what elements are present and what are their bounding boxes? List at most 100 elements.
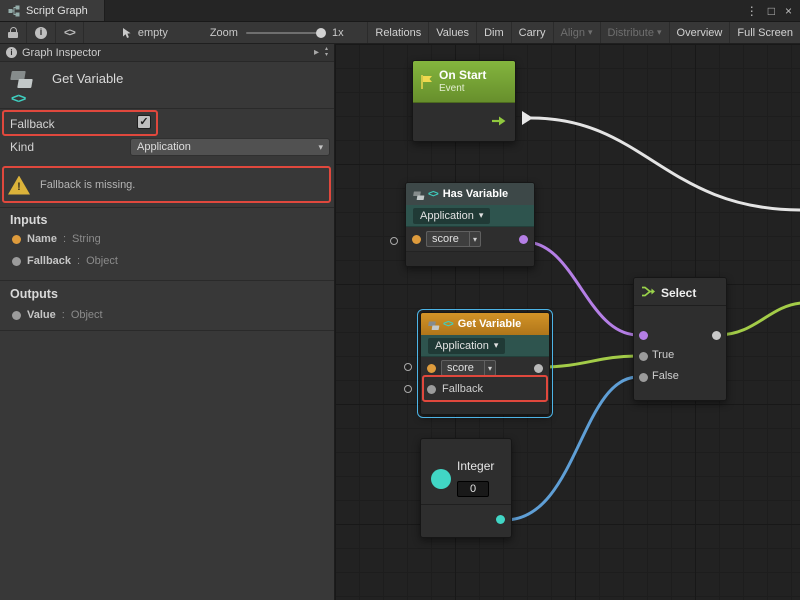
scroll-down-icon[interactable]: ▾ <box>325 53 328 58</box>
condition-input-port[interactable] <box>639 331 648 340</box>
output-port-row: Value : Object <box>12 308 103 322</box>
wire-flow <box>531 118 800 210</box>
false-input-port[interactable] <box>639 373 648 382</box>
divider <box>0 108 334 109</box>
object-port-dot <box>12 257 21 266</box>
check-icon: ✓ <box>139 117 148 128</box>
inspector-header-icons: ▸ ▴ ▾ <box>314 47 328 58</box>
zoom-control: Zoom 1x <box>210 27 344 39</box>
node-select[interactable]: Select True False <box>633 277 727 401</box>
inspector-title: Graph Inspector <box>22 47 101 59</box>
selection-output-port[interactable] <box>712 331 721 340</box>
object-port-dot <box>12 311 21 320</box>
flow-output-port[interactable] <box>522 111 533 125</box>
relations-button[interactable]: Relations <box>367 22 428 43</box>
lock-button[interactable] <box>0 22 27 43</box>
code-icon: <> <box>64 27 75 39</box>
pointer-icon <box>122 27 133 39</box>
variable-name-dropdown[interactable]: score ▾ <box>441 360 496 376</box>
kind-dropdown[interactable]: Application ▾ <box>413 208 490 224</box>
align-label: Align <box>561 27 585 39</box>
code-icon: <> <box>11 90 25 106</box>
graph-canvas[interactable]: On Start Event <> Has Variable App <box>335 44 800 600</box>
integer-output-port[interactable] <box>496 515 505 524</box>
integer-value-field[interactable]: 0 <box>457 481 489 497</box>
port-type: String <box>72 233 101 245</box>
dim-label: Dim <box>484 27 504 39</box>
zoom-slider-thumb[interactable] <box>316 28 326 38</box>
unconnected-port-indicator[interactable] <box>390 237 398 245</box>
align-button: Align ▾ <box>553 22 600 43</box>
node-integer[interactable]: Integer 0 <box>420 438 512 538</box>
fullscreen-button[interactable]: Full Screen <box>729 22 800 43</box>
false-port-label: False <box>652 370 679 382</box>
code-view-button[interactable]: <> <box>56 22 84 43</box>
dock-panel-icon[interactable]: ▸ <box>314 47 319 58</box>
wire-value-true <box>540 356 638 367</box>
kind-field-label: Kind <box>10 140 34 154</box>
node-on-start[interactable]: On Start Event <box>412 60 516 142</box>
true-input-port[interactable] <box>639 352 648 361</box>
zoom-label: Zoom <box>210 27 238 39</box>
close-icon[interactable]: × <box>785 5 792 17</box>
variables-icon <box>413 191 420 197</box>
wires-layer <box>335 44 800 600</box>
tab-label: Script Graph <box>26 5 88 17</box>
warning-text: Fallback is missing. <box>40 179 135 191</box>
kind-value: Application <box>420 210 474 222</box>
kind-band: Application ▾ <box>421 335 549 357</box>
integer-icon <box>431 469 451 489</box>
port-type: Object <box>86 255 118 267</box>
toolbar-buttons: Relations Values Dim Carry Align ▾ Distr… <box>367 22 800 43</box>
graph-toolbar: i <> empty Zoom 1x Relations Values Dim … <box>0 22 800 44</box>
kind-dropdown[interactable]: Application ▾ <box>130 138 330 156</box>
values-button[interactable]: Values <box>428 22 476 43</box>
chevron-down-icon: ▾ <box>494 341 499 350</box>
window-controls: ⋮ □ × <box>746 0 800 21</box>
colon-sep: : <box>63 233 66 245</box>
fallback-checkbox[interactable]: ✓ <box>137 115 151 129</box>
bool-output-port[interactable] <box>519 235 528 244</box>
distribute-button: Distribute ▾ <box>600 22 669 43</box>
node-has-variable[interactable]: <> Has Variable Application ▾ score ▾ <box>405 182 535 267</box>
fallback-port-label: Fallback <box>442 383 483 395</box>
divider <box>0 280 334 281</box>
maximize-icon[interactable]: □ <box>768 5 775 17</box>
window-menu-icon[interactable]: ⋮ <box>746 5 758 17</box>
variable-name-dropdown[interactable]: score ▾ <box>426 231 481 247</box>
kind-value: Application <box>435 340 489 352</box>
kind-band: Application ▾ <box>406 205 534 227</box>
unconnected-port-indicator[interactable] <box>404 363 412 371</box>
has-variable-body: score ▾ <box>406 227 534 266</box>
node-title: On Start <box>439 68 486 83</box>
info-icon: i <box>6 47 17 58</box>
fullscreen-label: Full Screen <box>737 27 793 39</box>
name-input-port[interactable] <box>427 364 436 373</box>
select-icon <box>641 285 656 298</box>
unit-title: Get Variable <box>52 71 123 86</box>
overview-button[interactable]: Overview <box>669 22 730 43</box>
inspect-toggle-button[interactable]: i <box>27 22 56 43</box>
node-title: Integer <box>457 459 494 473</box>
titlebar: Script Graph ⋮ □ × <box>0 0 800 22</box>
unconnected-port-indicator[interactable] <box>404 385 412 393</box>
kind-dropdown[interactable]: Application ▾ <box>428 338 505 354</box>
tab-script-graph[interactable]: Script Graph <box>0 0 105 21</box>
colon-sep: : <box>77 255 80 267</box>
dim-button[interactable]: Dim <box>476 22 511 43</box>
code-icon: <> <box>428 189 438 200</box>
node-title: Get Variable <box>458 318 522 330</box>
carry-button[interactable]: Carry <box>511 22 553 43</box>
chevron-down-icon: ▾ <box>588 28 593 37</box>
name-input-port[interactable] <box>412 235 421 244</box>
code-icon: <> <box>443 319 453 330</box>
value-output-port[interactable] <box>534 364 543 373</box>
zoom-slider[interactable] <box>246 32 324 34</box>
input-port-row: Fallback : Object <box>12 254 118 268</box>
fallback-input-port[interactable] <box>427 385 436 394</box>
chevron-down-icon: ▾ <box>318 143 323 152</box>
lock-icon <box>8 27 18 38</box>
node-get-variable[interactable]: <> Get Variable Application ▾ score ▾ <box>420 312 550 415</box>
on-start-header: On Start Event <box>413 61 515 103</box>
node-subtitle: Event <box>439 83 486 96</box>
